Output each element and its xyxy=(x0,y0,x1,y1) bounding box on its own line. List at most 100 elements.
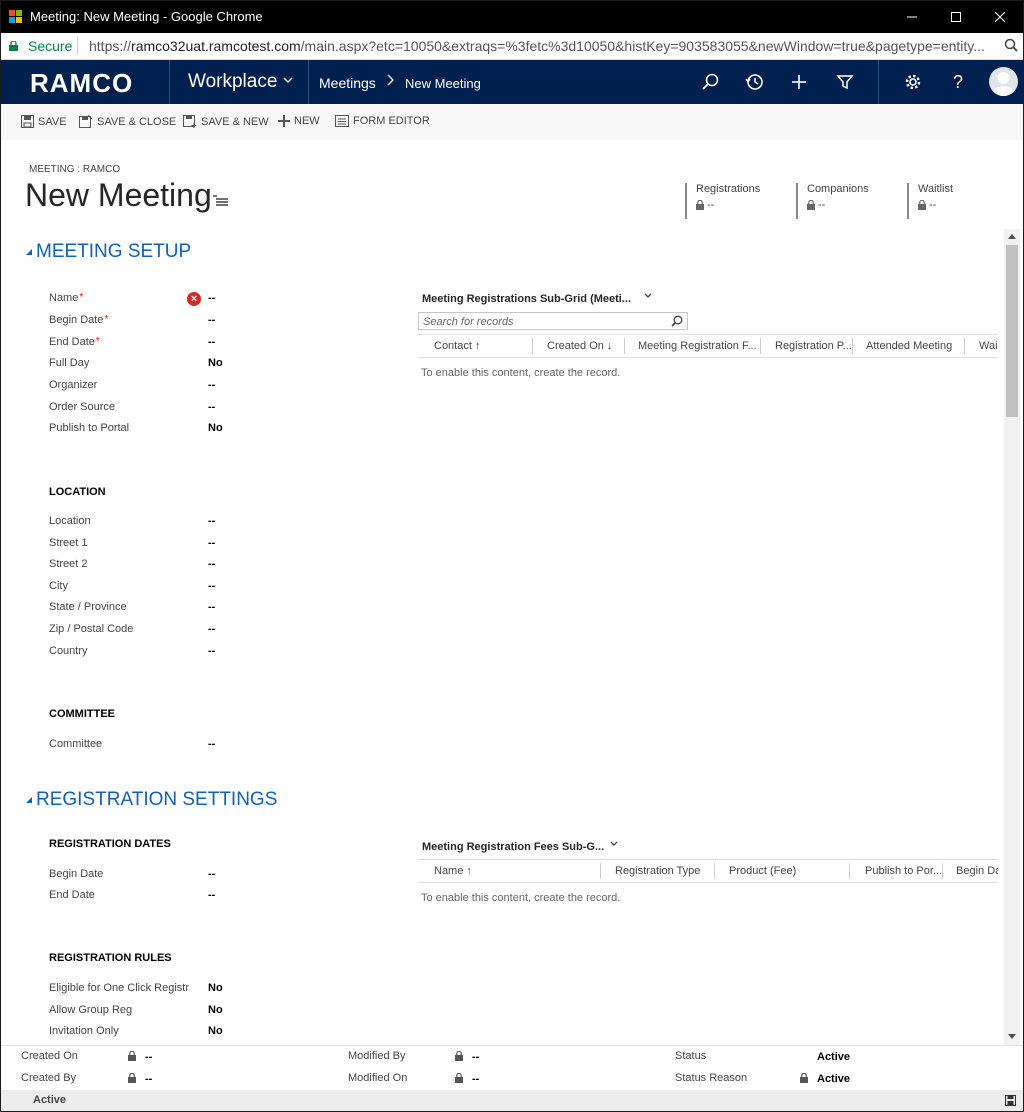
subsection-location: LOCATION xyxy=(49,486,106,498)
form-scrollbar[interactable] xyxy=(1004,229,1020,1045)
search-icon[interactable] xyxy=(671,315,683,327)
save-icon[interactable] xyxy=(1005,1095,1016,1106)
column-divider[interactable] xyxy=(714,863,715,879)
field-value-invitation-only[interactable]: No xyxy=(208,1025,223,1037)
fees-grid-empty-text: To enable this content, create the recor… xyxy=(421,892,621,904)
error-icon: × xyxy=(187,292,201,306)
scroll-up-icon[interactable] xyxy=(1008,234,1016,239)
column-header-registration-p[interactable]: Registration P... xyxy=(775,340,852,352)
field-label-city: City xyxy=(49,580,68,592)
breadcrumb-new-meeting[interactable]: New Meeting xyxy=(405,76,481,91)
close-window-button[interactable] xyxy=(977,1,1023,33)
field-value-location[interactable]: -- xyxy=(208,515,215,527)
field-value-country[interactable]: -- xyxy=(208,645,215,657)
scroll-thumb[interactable] xyxy=(1006,245,1018,417)
save-icon xyxy=(21,115,34,128)
section-meeting-setup[interactable]: MEETING SETUP xyxy=(25,241,191,263)
field-value-reg-end-date[interactable]: -- xyxy=(208,889,215,901)
scroll-down-icon[interactable] xyxy=(1008,1034,1016,1039)
filter-icon[interactable] xyxy=(833,70,857,94)
fees-grid-title[interactable]: Meeting Registration Fees Sub-G... xyxy=(422,841,604,853)
registrations-grid-empty-text: To enable this content, create the recor… xyxy=(421,367,621,379)
field-value-order-source[interactable]: -- xyxy=(208,401,215,413)
address-bar[interactable]: Secure https://ramco32uat.ramcotest.com/… xyxy=(1,33,1023,60)
column-header-waitlist[interactable]: Wai xyxy=(979,340,998,352)
plus-icon xyxy=(278,115,290,127)
workplace-menu[interactable]: Workplace xyxy=(188,71,277,93)
field-value-zip[interactable]: -- xyxy=(208,623,215,635)
avatar[interactable] xyxy=(989,67,1018,96)
search-icon[interactable] xyxy=(699,70,723,94)
save-button[interactable]: SAVE xyxy=(21,115,67,128)
history-icon[interactable] xyxy=(743,70,767,94)
column-header-attended-meeting[interactable]: Attended Meeting xyxy=(866,340,952,352)
breadcrumb-meetings[interactable]: Meetings xyxy=(319,75,376,91)
zoom-icon[interactable] xyxy=(1004,38,1018,52)
column-header-contact[interactable]: Contact ↑ xyxy=(434,340,480,352)
title-bar: Meeting: New Meeting - Google Chrome xyxy=(1,1,1023,33)
save-label: SAVE xyxy=(38,115,67,128)
url-text[interactable]: https://ramco32uat.ramcotest.com/main.as… xyxy=(89,38,999,54)
field-value-full-day[interactable]: No xyxy=(208,357,223,369)
browser-window: Meeting: New Meeting - Google Chrome Sec… xyxy=(0,0,1024,1112)
section-registration-settings[interactable]: REGISTRATION SETTINGS xyxy=(25,789,277,811)
column-divider[interactable] xyxy=(942,863,943,879)
column-divider[interactable] xyxy=(760,338,761,354)
gear-icon[interactable] xyxy=(901,70,925,94)
field-value-begin-date[interactable]: -- xyxy=(208,314,215,326)
field-value-end-date[interactable]: -- xyxy=(208,336,215,348)
field-label-reg-begin-date: Begin Date xyxy=(49,868,104,880)
minimize-button[interactable] xyxy=(889,1,935,33)
field-value-state-province[interactable]: -- xyxy=(208,601,215,613)
column-header-product-fee[interactable]: Product (Fee) xyxy=(729,865,796,877)
plus-icon[interactable] xyxy=(787,70,811,94)
save-close-button[interactable]: SAVE & CLOSE xyxy=(79,115,176,128)
field-value-street-1[interactable]: -- xyxy=(208,537,215,549)
footer-value-modified-by: -- xyxy=(472,1051,480,1063)
column-header-begin-date[interactable]: Begin Da xyxy=(956,865,998,877)
field-label-street-2: Street 2 xyxy=(49,558,88,570)
nav-divider xyxy=(169,60,170,104)
ramco-logo[interactable]: RAMCO xyxy=(30,68,133,99)
column-divider[interactable] xyxy=(600,863,601,879)
field-value-publish-to-portal[interactable]: No xyxy=(208,422,223,434)
lock-icon xyxy=(455,1051,463,1061)
column-divider[interactable] xyxy=(624,338,625,354)
column-label: Contact xyxy=(434,340,472,352)
column-divider[interactable] xyxy=(849,863,850,879)
field-value-name[interactable]: -- xyxy=(208,292,215,304)
minimize-icon xyxy=(907,16,917,18)
form-selector-icon[interactable] xyxy=(213,194,229,206)
footer-value-status[interactable]: Active xyxy=(817,1051,850,1063)
chevron-down-icon[interactable] xyxy=(644,292,652,303)
column-header-name[interactable]: Name ↑ xyxy=(434,865,472,877)
field-label-name: Name* xyxy=(49,292,83,304)
save-new-button[interactable]: SAVE & NEW xyxy=(183,115,269,128)
chevron-down-icon[interactable] xyxy=(283,72,293,88)
footer-label-status: Status xyxy=(675,1050,707,1062)
field-value-city[interactable]: -- xyxy=(208,580,215,592)
new-button[interactable]: NEW xyxy=(278,115,320,127)
column-header-created-on[interactable]: Created On ↓ xyxy=(547,340,612,352)
search-records-input[interactable]: Search for records xyxy=(418,312,688,330)
column-header-registration-fee[interactable]: Meeting Registration F... xyxy=(638,340,757,352)
registrations-grid-title[interactable]: Meeting Registrations Sub-Grid (Meeti... xyxy=(422,293,631,305)
maximize-button[interactable] xyxy=(933,1,979,33)
field-value-group-reg[interactable]: No xyxy=(208,1004,223,1016)
close-icon xyxy=(994,11,1006,23)
help-icon[interactable]: ? xyxy=(946,70,970,94)
field-value-reg-begin-date[interactable]: -- xyxy=(208,868,215,880)
field-value-committee[interactable]: -- xyxy=(208,738,215,750)
column-header-publish-to-portal[interactable]: Publish to Por... xyxy=(865,865,942,877)
column-divider[interactable] xyxy=(852,338,853,354)
chevron-down-icon[interactable] xyxy=(610,840,618,851)
form-editor-button[interactable]: FORM EDITOR xyxy=(335,115,430,127)
field-value-organizer[interactable]: -- xyxy=(208,379,215,391)
nav-divider xyxy=(308,60,309,104)
column-divider[interactable] xyxy=(964,338,965,354)
column-header-registration-type[interactable]: Registration Type xyxy=(615,865,700,877)
lock-icon xyxy=(800,1073,808,1083)
column-divider[interactable] xyxy=(532,338,533,354)
field-value-one-click[interactable]: No xyxy=(208,982,223,994)
field-value-street-2[interactable]: -- xyxy=(208,558,215,570)
